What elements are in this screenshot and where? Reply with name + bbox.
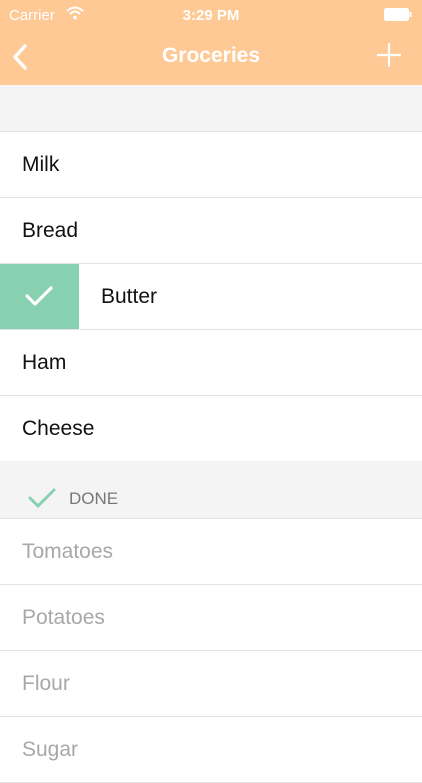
list-item[interactable]: Bread (0, 198, 422, 264)
done-list: Tomatoes Potatoes Flour Sugar (0, 518, 422, 783)
status-bar: Carrier 3:29 PM (0, 0, 422, 30)
list-item-swiped[interactable]: Butter (0, 264, 422, 330)
done-list-item[interactable]: Flour (0, 651, 422, 717)
list-item[interactable]: Milk (0, 132, 422, 198)
mark-done-button[interactable] (0, 264, 79, 329)
item-label: Butter (101, 285, 158, 308)
item-label: Ham (22, 351, 67, 374)
battery-icon (384, 8, 412, 21)
item-label: Cheese (22, 417, 95, 440)
done-list-item[interactable]: Potatoes (0, 585, 422, 651)
item-label: Milk (22, 153, 60, 176)
todo-list: Milk Bread Butter Ham Cheese (0, 131, 422, 462)
header-bar: Carrier 3:29 PM Groceries (0, 0, 422, 85)
done-check-icon (28, 488, 56, 508)
done-list-item[interactable]: Tomatoes (0, 519, 422, 585)
page-title: Groceries (161, 44, 261, 67)
add-item-icon[interactable] (376, 42, 402, 68)
list-item[interactable]: Cheese (0, 396, 422, 462)
item-label: Bread (22, 219, 79, 242)
done-section-title: DONE (69, 489, 119, 508)
item-label: Potatoes (22, 606, 105, 629)
done-list-item[interactable]: Sugar (0, 717, 422, 783)
item-label: Flour (22, 672, 70, 695)
item-label: Tomatoes (22, 540, 114, 563)
checkmark-icon (25, 286, 53, 306)
status-time: 3:29 PM (182, 7, 240, 24)
list-item[interactable]: Ham (0, 330, 422, 396)
done-section-header: DONE (0, 461, 422, 518)
navigation-bar: Groceries (0, 30, 422, 85)
